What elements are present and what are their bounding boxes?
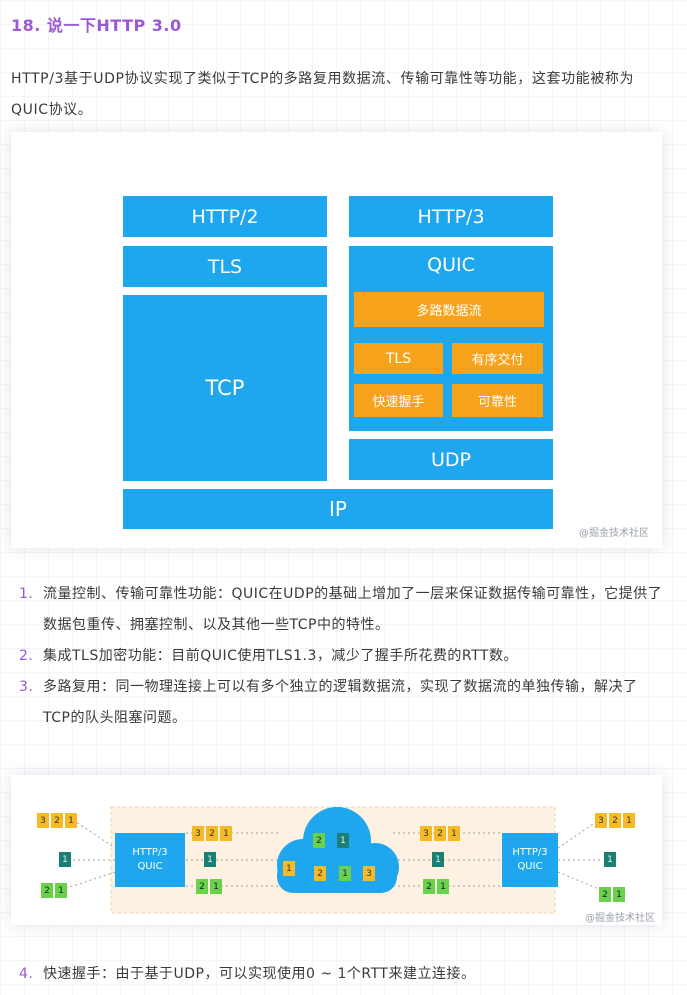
packet: 3	[37, 813, 49, 828]
list-item: 2. 集成TLS加密功能：目前QUIC使用TLS1.3，减少了握手所花费的RTT…	[0, 641, 663, 672]
packet: 1	[210, 879, 222, 894]
tcp-layer: TCP	[123, 295, 327, 481]
watermark: @掘金技术社区	[579, 528, 649, 539]
packet: 1	[432, 852, 444, 867]
packet: 1	[59, 852, 71, 867]
packet: 1	[283, 861, 295, 876]
packet: 2	[599, 887, 611, 902]
packet: 1	[448, 826, 460, 841]
list-text: 快速握手：由于基于UDP，可以实现使用0 ~ 1个RTT来建立连接。	[43, 966, 476, 982]
feature-tls: TLS	[354, 343, 443, 374]
packet: 2	[41, 883, 53, 898]
packet: 2	[314, 866, 326, 881]
stream-lines	[60, 806, 602, 914]
http2-layer: HTTP/2	[123, 196, 327, 237]
packet: 3	[192, 826, 204, 841]
packet: 2	[313, 833, 325, 848]
packet: 2	[609, 813, 621, 828]
tls-layer: TLS	[123, 246, 327, 287]
list-item: 1. 流量控制、传输可靠性功能：QUIC在UDP的基础上增加了一层来保证数据传输…	[0, 579, 663, 641]
list-number: 1.	[19, 586, 34, 602]
packet: 2	[434, 826, 446, 841]
list-number: 4.	[19, 966, 34, 982]
packet: 1	[55, 883, 67, 898]
packet: 2	[51, 813, 63, 828]
packet: 3	[363, 866, 375, 881]
packet: 1	[220, 826, 232, 841]
packet: 1	[339, 866, 351, 881]
packet: 1	[623, 813, 635, 828]
packet: 1	[204, 852, 216, 867]
list-number: 2.	[19, 648, 34, 664]
packet: 1	[337, 833, 349, 848]
packet: 1	[613, 887, 625, 902]
feature-fast-handshake: 快速握手	[354, 384, 443, 417]
list-item: 3. 多路复用：同一物理连接上可以有多个独立的逻辑数据流，实现了数据流的单独传输…	[0, 672, 663, 734]
protocol-stack-figure: HTTP/2 TLS TCP HTTP/3 QUIC 多路数据流 TLS 有序交…	[11, 132, 662, 548]
packet: 2	[206, 826, 218, 841]
section-heading: 18. 说一下HTTP 3.0	[11, 16, 182, 35]
intro-paragraph: HTTP/3基于UDP协议实现了类似于TCP的多路复用数据流、传输可靠性等功能，…	[11, 71, 635, 118]
watermark: @掘金技术社区	[585, 913, 655, 924]
udp-layer: UDP	[349, 439, 553, 480]
feature-multiplex: 多路数据流	[354, 292, 544, 327]
packet: 1	[437, 879, 449, 894]
list-text: 流量控制、传输可靠性功能：QUIC在UDP的基础上增加了一层来保证数据传输可靠性…	[43, 586, 663, 633]
packet: 2	[196, 879, 208, 894]
list-number: 3.	[19, 679, 34, 695]
packet: 1	[65, 813, 77, 828]
list-item: 4. 快速握手：由于基于UDP，可以实现使用0 ~ 1个RTT来建立连接。	[0, 959, 663, 990]
packet: 1	[604, 852, 616, 867]
feature-list: 1. 流量控制、传输可靠性功能：QUIC在UDP的基础上增加了一层来保证数据传输…	[0, 579, 663, 734]
quic-node-left: HTTP/3 QUIC	[115, 833, 185, 887]
feature-ordered: 有序交付	[452, 343, 543, 374]
packet: 3	[420, 826, 432, 841]
feature-list-continued: 4. 快速握手：由于基于UDP，可以实现使用0 ~ 1个RTT来建立连接。	[0, 959, 663, 990]
list-text: 集成TLS加密功能：目前QUIC使用TLS1.3，减少了握手所花费的RTT数。	[43, 648, 518, 664]
ip-layer: IP	[123, 489, 553, 529]
packet: 2	[423, 879, 435, 894]
list-text: 多路复用：同一物理连接上可以有多个独立的逻辑数据流，实现了数据流的单独传输，解决…	[43, 679, 638, 726]
packet: 3	[595, 813, 607, 828]
multiplex-figure: 3 2 1 1 2 1 HTTP/3 QUIC 3 2 1 1 2 1 2 1 …	[11, 775, 662, 925]
quic-node-right: HTTP/3 QUIC	[502, 833, 558, 887]
quic-label: QUIC	[427, 254, 475, 276]
feature-reliability: 可靠性	[452, 384, 543, 417]
http3-layer: HTTP/3	[349, 196, 553, 237]
